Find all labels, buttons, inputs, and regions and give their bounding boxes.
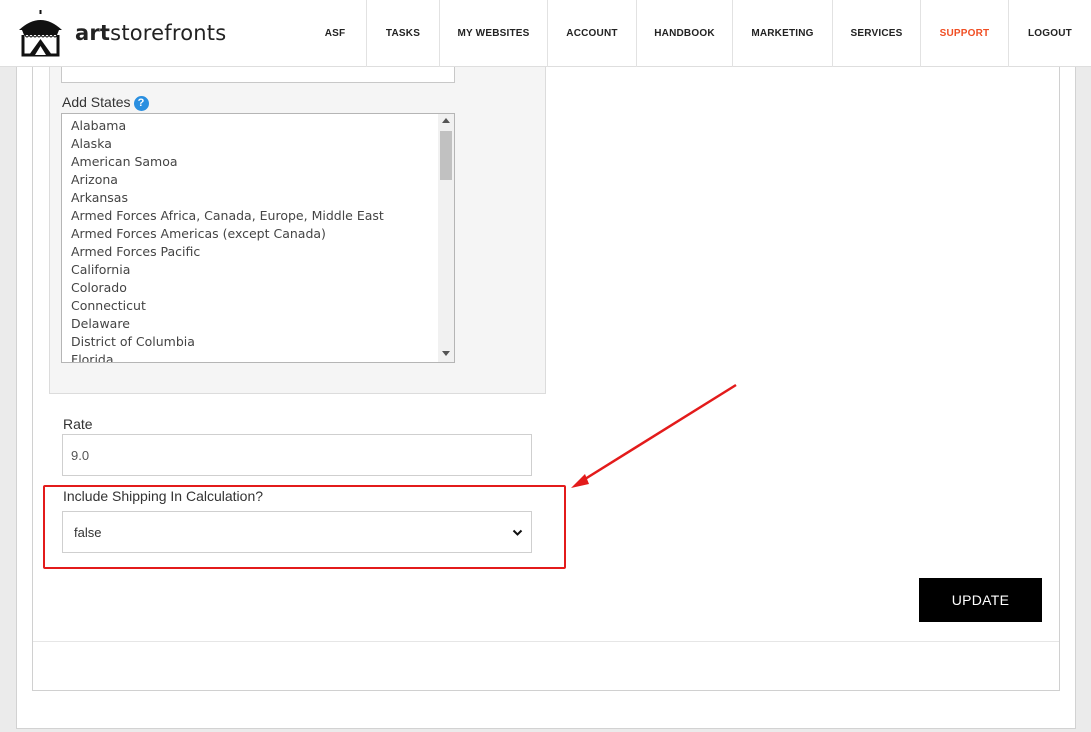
nav-tasks[interactable]: TASKS: [366, 0, 439, 67]
scrollbar-thumb[interactable]: [440, 131, 452, 180]
top-navigation-bar: artstorefronts ASF TASKS MY WEBSITES ACC…: [0, 0, 1091, 67]
panel-divider: [33, 641, 1059, 642]
previous-field-input[interactable]: [61, 67, 455, 83]
state-option[interactable]: Armed Forces Americas (except Canada): [71, 225, 454, 243]
nav-support[interactable]: SUPPORT: [920, 0, 1008, 67]
state-option[interactable]: Florida: [71, 351, 454, 362]
add-states-label: Add States?: [62, 94, 149, 111]
state-option[interactable]: District of Columbia: [71, 333, 454, 351]
nav-account[interactable]: ACCOUNT: [547, 0, 636, 67]
update-button[interactable]: UPDATE: [919, 578, 1042, 622]
listbox-scrollbar[interactable]: [438, 114, 454, 362]
states-list: Alabama Alaska American Samoa Arizona Arkans…: [62, 114, 454, 362]
states-multiselect[interactable]: Alabama Alaska American Samoa Arizona Arkans…: [61, 113, 455, 363]
include-shipping-value: false: [74, 525, 102, 540]
help-icon[interactable]: ?: [133, 95, 149, 111]
state-option[interactable]: California: [71, 261, 454, 279]
rate-input[interactable]: 9.0: [62, 434, 532, 476]
state-option[interactable]: Arkansas: [71, 189, 454, 207]
main-nav: ASF TASKS MY WEBSITES ACCOUNT HANDBOOK M…: [304, 0, 1091, 67]
nav-marketing[interactable]: MARKETING: [732, 0, 832, 67]
state-option[interactable]: Arizona: [71, 171, 454, 189]
state-option[interactable]: Armed Forces Africa, Canada, Europe, Mid…: [71, 207, 454, 225]
nav-logout[interactable]: LOGOUT: [1008, 0, 1091, 67]
chevron-down-icon: [512, 529, 523, 536]
nav-my-websites[interactable]: MY WEBSITES: [439, 0, 547, 67]
include-shipping-select[interactable]: false: [62, 511, 532, 553]
nav-handbook[interactable]: HANDBOOK: [636, 0, 732, 67]
nav-asf[interactable]: ASF: [304, 0, 366, 67]
state-option[interactable]: Alabama: [71, 117, 454, 135]
tent-logo-icon: [19, 10, 62, 57]
annotation-arrow-icon: [571, 383, 737, 488]
state-option[interactable]: American Samoa: [71, 153, 454, 171]
artstorefronts-logo[interactable]: artstorefronts: [15, 8, 226, 57]
scroll-up-arrow-icon[interactable]: [442, 118, 450, 123]
nav-services[interactable]: SERVICES: [832, 0, 920, 67]
state-option[interactable]: Alaska: [71, 135, 454, 153]
rate-label: Rate: [63, 416, 93, 432]
state-option[interactable]: Colorado: [71, 279, 454, 297]
include-shipping-label: Include Shipping In Calculation?: [63, 488, 264, 504]
state-option[interactable]: Armed Forces Pacific: [71, 243, 454, 261]
state-option[interactable]: Delaware: [71, 315, 454, 333]
scroll-down-arrow-icon[interactable]: [442, 351, 450, 356]
state-option[interactable]: Connecticut: [71, 297, 454, 315]
logo-wordmark: artstorefronts: [75, 20, 227, 45]
